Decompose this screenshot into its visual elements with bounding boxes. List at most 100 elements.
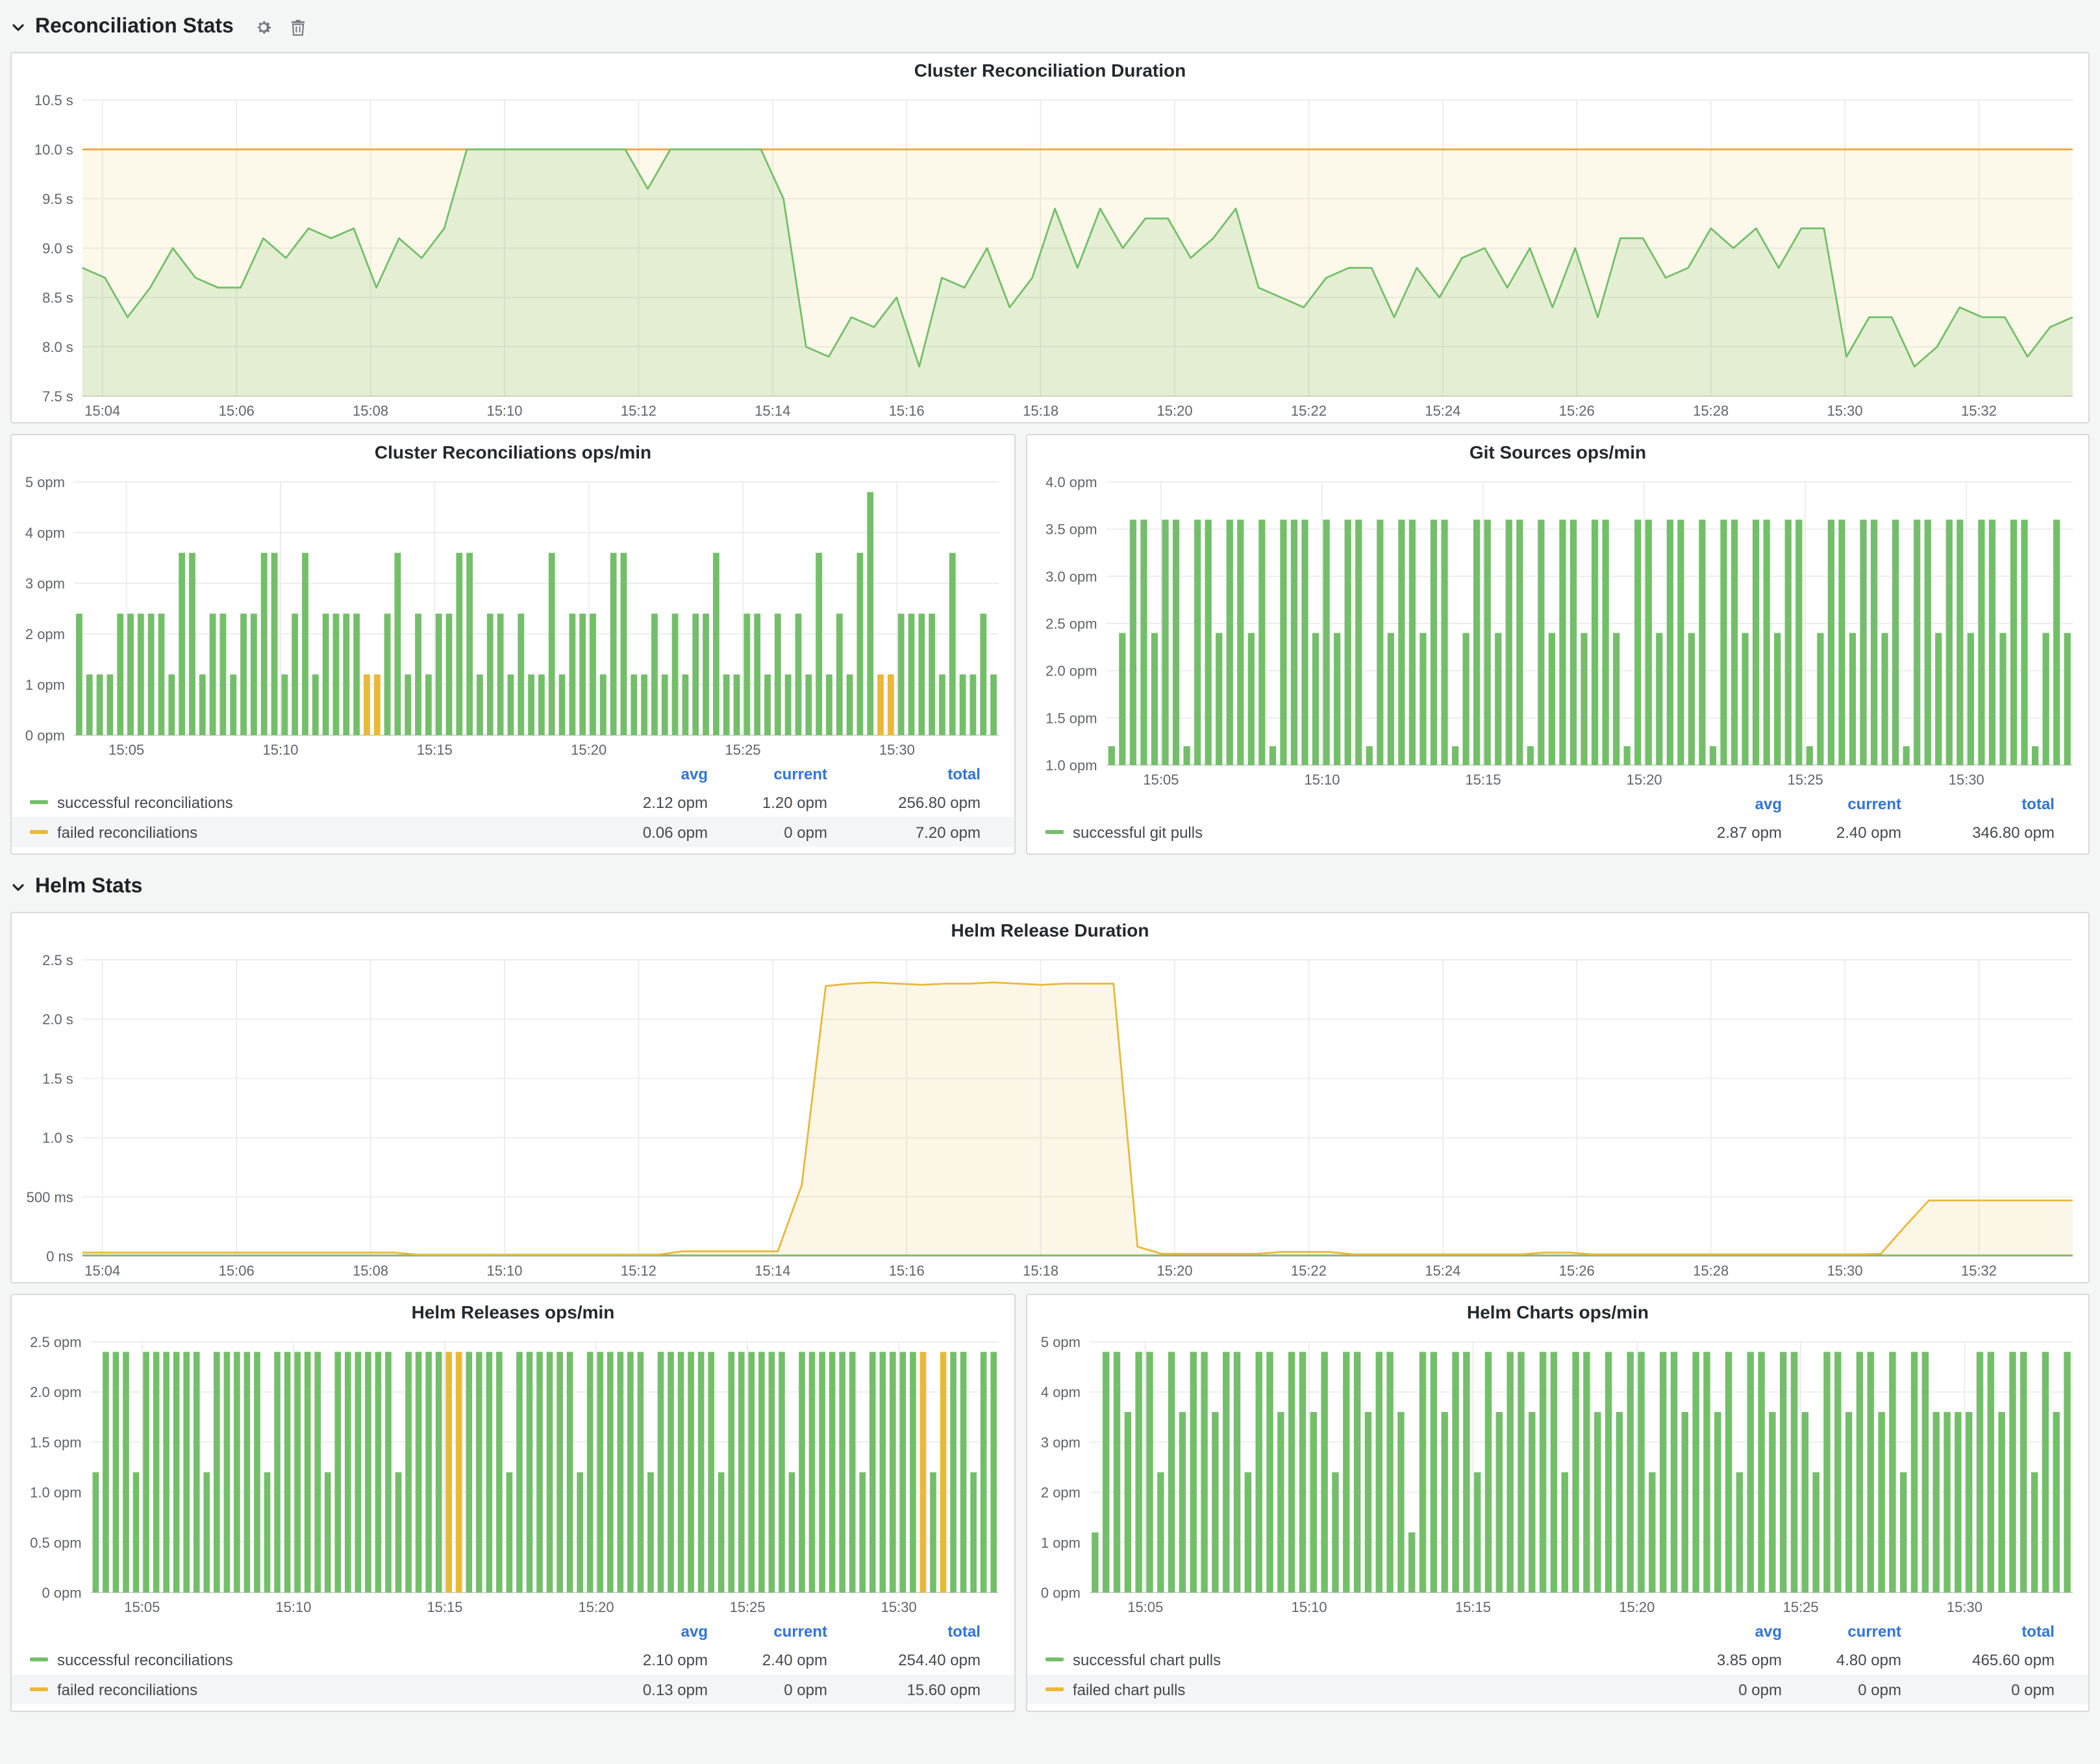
legend-value-total: 0 opm (1901, 1680, 2055, 1698)
legend-header-current[interactable]: current (708, 765, 827, 783)
svg-text:0.5 opm: 0.5 opm (30, 1535, 82, 1551)
legend-header-current[interactable]: current (708, 1622, 827, 1641)
svg-text:10.0 s: 10.0 s (34, 142, 73, 158)
series-color-marker (1045, 830, 1064, 834)
panel-title[interactable]: Helm Release Duration (12, 913, 2088, 947)
legend-row: successful chart pulls 3.85 opm 4.80 opm… (1027, 1644, 2088, 1674)
legend-series-name[interactable]: successful git pulls (1045, 823, 1642, 841)
legend-series-name[interactable]: successful reconciliations (30, 1650, 568, 1669)
svg-text:15:15: 15:15 (1455, 1599, 1491, 1615)
panel-title[interactable]: Helm Charts ops/min (1027, 1295, 2088, 1329)
legend-value-avg: 0.13 opm (568, 1680, 708, 1698)
legend-series-name[interactable]: successful chart pulls (1045, 1650, 1642, 1669)
section-header-reconciliation-stats[interactable]: Reconciliation Stats (10, 10, 2090, 44)
svg-text:15:32: 15:32 (1961, 403, 1997, 419)
legend-header-total[interactable]: total (1901, 795, 2055, 813)
svg-text:15:10: 15:10 (262, 742, 298, 758)
svg-text:15:10: 15:10 (1292, 1599, 1327, 1615)
svg-text:15:04: 15:04 (84, 1263, 120, 1279)
svg-text:0 ns: 0 ns (46, 1248, 73, 1265)
chart-helm-releases-opm[interactable]: 15:0515:1015:1515:2015:2515:300 opm0.5 o… (14, 1329, 1012, 1619)
gear-icon[interactable] (255, 18, 273, 36)
legend-header-row: avg current total (12, 761, 1014, 787)
svg-text:15:30: 15:30 (881, 1599, 917, 1615)
legend-header-total[interactable]: total (827, 765, 981, 783)
panel-title[interactable]: Cluster Reconciliation Duration (12, 53, 2088, 87)
legend-series-name[interactable]: failed reconciliations (30, 1680, 568, 1698)
legend-series-name[interactable]: successful reconciliations (30, 793, 568, 811)
legend-row: successful reconciliations 2.10 opm 2.40… (12, 1644, 1014, 1674)
svg-text:15:15: 15:15 (1466, 772, 1501, 788)
legend-series-name[interactable]: failed reconciliations (30, 823, 568, 841)
svg-text:3 opm: 3 opm (1041, 1434, 1081, 1450)
svg-text:15:10: 15:10 (1304, 772, 1340, 788)
chevron-down-icon (10, 19, 26, 35)
chart-cluster-reconciliations-opm[interactable]: 15:0515:1015:1515:2015:2515:300 opm1 opm… (14, 469, 1012, 761)
svg-text:15:08: 15:08 (353, 1263, 388, 1279)
svg-text:10.5 s: 10.5 s (34, 92, 73, 108)
legend-header-current[interactable]: current (1782, 1622, 1901, 1641)
legend-series-label: failed reconciliations (57, 1680, 197, 1698)
section-header-helm-stats[interactable]: Helm Stats (10, 870, 2090, 904)
svg-text:0 opm: 0 opm (1041, 1585, 1081, 1601)
svg-text:15:20: 15:20 (1627, 772, 1662, 788)
svg-text:2.5 opm: 2.5 opm (30, 1334, 82, 1350)
series-color-marker (30, 800, 48, 804)
chart-cluster-reconciliation-duration[interactable]: 15:0415:0615:0815:1015:1215:1415:1615:18… (14, 87, 2086, 422)
chart-git-sources-opm[interactable]: 15:0515:1015:1515:2015:2515:301.0 opm1.5… (1030, 469, 2086, 791)
chart-helm-charts-opm[interactable]: 15:0515:1015:1515:2015:2515:300 opm1 opm… (1030, 1329, 2086, 1619)
legend-value-current: 2.40 opm (1782, 823, 1901, 841)
legend-row: successful reconciliations 2.12 opm 1.20… (12, 787, 1014, 817)
legend-header-row: avg current total (12, 1619, 1014, 1644)
legend-header-current[interactable]: current (1782, 795, 1901, 813)
legend-header-row: avg current total (1027, 1619, 2088, 1644)
svg-text:3 opm: 3 opm (25, 575, 65, 592)
svg-text:1.5 opm: 1.5 opm (30, 1434, 82, 1450)
panel-helm-release-duration: Helm Release Duration 15:0415:0615:0815:… (10, 912, 2090, 1283)
legend-header-total[interactable]: total (1901, 1622, 2055, 1641)
svg-text:15:26: 15:26 (1559, 403, 1595, 419)
legend-value-total: 254.40 opm (827, 1650, 981, 1669)
svg-text:15:22: 15:22 (1291, 1263, 1327, 1279)
svg-text:2.0 s: 2.0 s (42, 1011, 73, 1027)
legend-header-avg[interactable]: avg (568, 1622, 708, 1641)
trash-icon[interactable] (290, 18, 306, 36)
svg-text:15:28: 15:28 (1693, 403, 1729, 419)
legend-value-current: 0 opm (708, 1680, 827, 1698)
svg-text:1 opm: 1 opm (1041, 1535, 1081, 1551)
panel-title[interactable]: Git Sources ops/min (1027, 435, 2088, 469)
svg-text:8.5 s: 8.5 s (42, 290, 73, 306)
svg-text:9.0 s: 9.0 s (42, 240, 73, 257)
legend-series-name[interactable]: failed chart pulls (1045, 1680, 1642, 1698)
chart-helm-release-duration[interactable]: 15:0415:0615:0815:1015:1215:1415:1615:18… (14, 947, 2086, 1282)
legend-header-avg[interactable]: avg (1642, 795, 1782, 813)
svg-text:4 opm: 4 opm (1041, 1384, 1081, 1400)
legend-value-total: 15.60 opm (827, 1680, 981, 1698)
legend-header-total[interactable]: total (827, 1622, 981, 1641)
legend-header-avg[interactable]: avg (1642, 1622, 1782, 1641)
legend-value-avg: 0 opm (1642, 1680, 1782, 1698)
svg-text:2 opm: 2 opm (25, 626, 65, 642)
legend-value-total: 346.80 opm (1901, 823, 2055, 841)
legend-header-row: avg current total (1027, 791, 2088, 817)
svg-text:2 opm: 2 opm (1041, 1485, 1081, 1501)
svg-text:2.5 opm: 2.5 opm (1045, 616, 1097, 632)
panel-title[interactable]: Helm Releases ops/min (12, 1295, 1014, 1329)
svg-text:2.5 s: 2.5 s (42, 952, 73, 968)
svg-text:15:30: 15:30 (1827, 403, 1863, 419)
legend-header-avg[interactable]: avg (568, 765, 708, 783)
panel-title[interactable]: Cluster Reconciliations ops/min (12, 435, 1014, 469)
svg-text:15:16: 15:16 (889, 1263, 925, 1279)
svg-text:15:05: 15:05 (108, 742, 144, 758)
svg-text:1.0 opm: 1.0 opm (1045, 757, 1097, 774)
svg-text:3.5 opm: 3.5 opm (1045, 522, 1097, 538)
legend-row: failed reconciliations 0.13 opm 0 opm 15… (12, 1674, 1014, 1704)
legend-row: failed reconciliations 0.06 opm 0 opm 7.… (12, 817, 1014, 847)
svg-text:0 opm: 0 opm (25, 727, 65, 744)
svg-text:15:18: 15:18 (1023, 403, 1058, 419)
series-color-marker (30, 1687, 48, 1691)
svg-text:15:10: 15:10 (486, 403, 522, 419)
legend-value-avg: 0.06 opm (568, 823, 708, 841)
legend-series-label: successful reconciliations (57, 793, 233, 811)
svg-text:15:30: 15:30 (1947, 1599, 1982, 1615)
